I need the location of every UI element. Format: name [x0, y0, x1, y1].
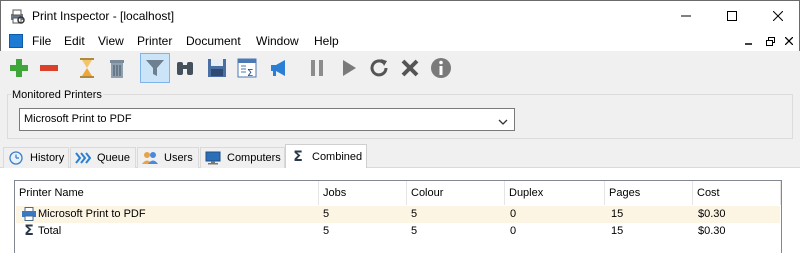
menu-document[interactable]: Document: [186, 34, 241, 48]
cell-duplex: 0: [510, 208, 517, 220]
mdi-minimize-icon[interactable]: [742, 34, 756, 48]
minimize-button[interactable]: [663, 1, 709, 31]
mdi-restore-icon[interactable]: [763, 34, 777, 48]
cell-jobs: 5: [323, 225, 330, 237]
save-icon[interactable]: [202, 53, 232, 83]
menu-help[interactable]: Help: [314, 34, 339, 48]
pause-icon[interactable]: [302, 53, 332, 83]
cell-duplex: 0: [510, 225, 517, 237]
play-icon[interactable]: [334, 53, 364, 83]
tab-queue[interactable]: Queue: [70, 147, 136, 168]
refresh-icon[interactable]: [364, 53, 394, 83]
report-icon[interactable]: Σ: [232, 53, 262, 83]
add-icon[interactable]: [4, 53, 34, 83]
queue-icon: [75, 150, 91, 166]
cancel-icon[interactable]: [395, 53, 425, 83]
tab-combined-label: Combined: [312, 150, 363, 163]
cell-printer-name: Total: [38, 225, 62, 237]
cell-cost: $0.30: [698, 208, 726, 220]
printer-select-value: Microsoft Print to PDF: [24, 113, 132, 125]
tab-computers-label: Computers: [227, 152, 281, 164]
window-title: Print Inspector - [localhost]: [32, 9, 175, 23]
tab-combined[interactable]: Σ Combined: [285, 144, 367, 168]
title-bar: Print Inspector - [localhost]: [0, 0, 800, 31]
hourglass-icon[interactable]: [72, 53, 102, 83]
mdi-close-icon[interactable]: [782, 34, 796, 48]
computers-icon: [205, 150, 221, 166]
column-header-duplex[interactable]: Duplex: [505, 181, 605, 205]
menu-bar: File Edit View Printer Document Window H…: [0, 31, 800, 51]
document-window-icon[interactable]: [9, 34, 23, 48]
print-inspector-app-icon: [9, 8, 25, 24]
menu-file[interactable]: File: [32, 34, 51, 48]
sigma-icon: Σ: [293, 148, 303, 165]
printer-icon: [21, 206, 37, 222]
table-row-total[interactable]: Σ Total 5 5 0 15 $0.30: [16, 223, 780, 240]
tab-users-label: Users: [164, 152, 193, 164]
combined-table[interactable]: Printer Name Jobs Colour Duplex Pages Co…: [14, 180, 782, 253]
chevron-down-icon[interactable]: [498, 115, 508, 129]
cell-jobs: 5: [323, 208, 330, 220]
cell-colour: 5: [411, 208, 418, 220]
menu-view[interactable]: View: [98, 34, 124, 48]
users-icon: [142, 150, 158, 166]
binoculars-icon[interactable]: [170, 53, 200, 83]
printer-select[interactable]: Microsoft Print to PDF: [19, 108, 515, 131]
tab-computers[interactable]: Computers: [200, 147, 285, 168]
cell-printer-name: Microsoft Print to PDF: [38, 208, 146, 220]
monitored-printers-label: Monitored Printers: [11, 89, 103, 101]
cell-cost: $0.30: [698, 225, 726, 237]
tab-history-label: History: [30, 152, 65, 164]
sigma-icon: Σ: [24, 223, 34, 239]
column-header-printer-name[interactable]: Printer Name: [15, 181, 319, 205]
table-row[interactable]: Microsoft Print to PDF 5 5 0 15 $0.30: [16, 206, 780, 223]
close-button[interactable]: [755, 1, 800, 31]
cell-colour: 5: [411, 225, 418, 237]
trash-icon[interactable]: [102, 53, 132, 83]
clock-icon: [8, 150, 24, 166]
menu-printer[interactable]: Printer: [137, 34, 172, 48]
tab-queue-label: Queue: [97, 152, 131, 164]
megaphone-icon[interactable]: [264, 53, 294, 83]
column-header-pages[interactable]: Pages: [605, 181, 693, 205]
column-header-cost[interactable]: Cost: [693, 181, 781, 205]
column-header-colour[interactable]: Colour: [407, 181, 505, 205]
column-header-jobs[interactable]: Jobs: [319, 181, 407, 205]
menu-edit[interactable]: Edit: [64, 34, 85, 48]
svg-text:Σ: Σ: [247, 68, 253, 79]
tab-history[interactable]: History: [3, 147, 69, 168]
menu-window[interactable]: Window: [256, 34, 299, 48]
filter-icon[interactable]: [140, 53, 170, 83]
cell-pages: 15: [611, 208, 624, 220]
tab-users[interactable]: Users: [137, 147, 199, 168]
remove-icon[interactable]: [34, 53, 64, 83]
info-icon[interactable]: [426, 53, 456, 83]
maximize-button[interactable]: [709, 1, 755, 31]
toolbar: Σ: [1, 51, 799, 85]
cell-pages: 15: [611, 225, 624, 237]
